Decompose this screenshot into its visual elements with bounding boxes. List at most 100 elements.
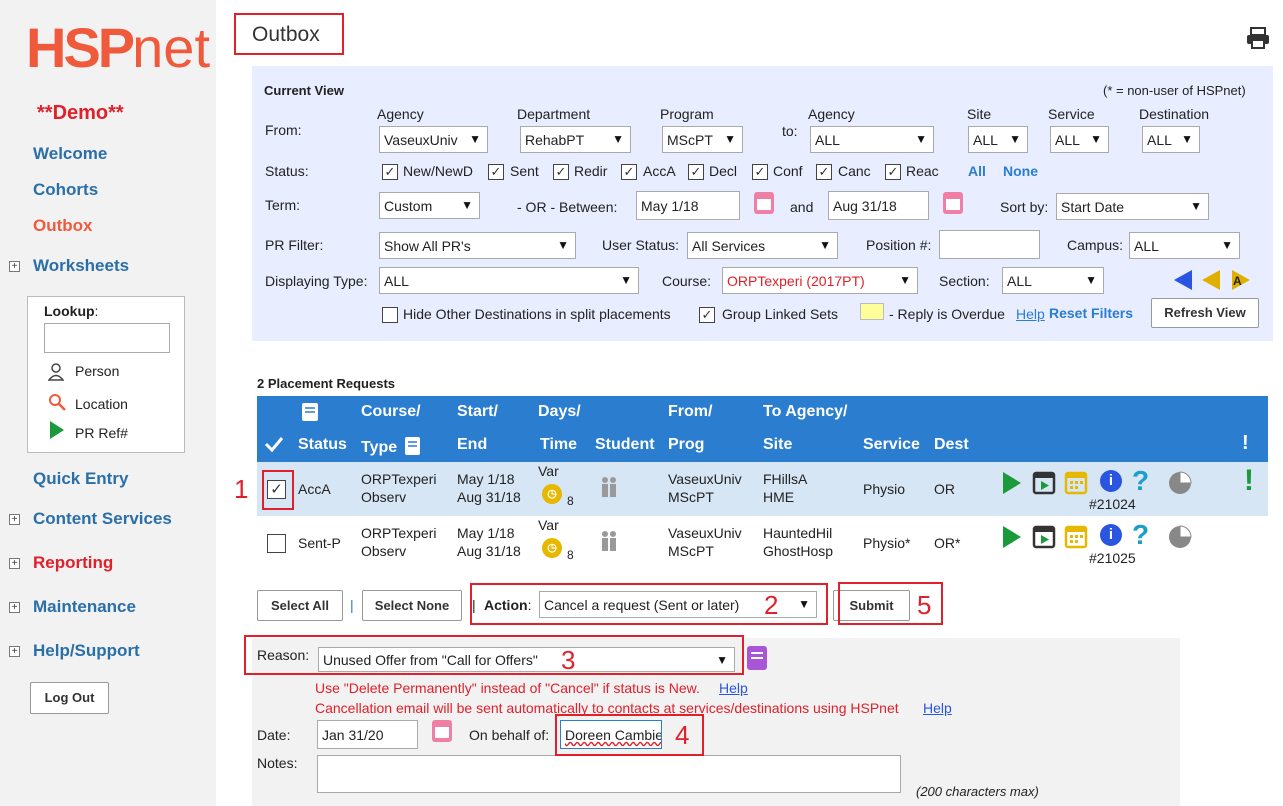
start-calendar-icon[interactable] — [754, 192, 774, 214]
expand-content-services-icon[interactable]: + — [9, 514, 20, 525]
table-row[interactable]: Sent-P ORPTexperi Observ May 1/18 Aug 31… — [257, 516, 1268, 570]
lookup-person-link[interactable]: Person — [75, 363, 119, 379]
sort-by-select[interactable]: Start Date — [1056, 193, 1209, 220]
schedule-calendar-icon[interactable] — [1032, 469, 1056, 495]
sidebar-item-help-support[interactable]: Help/Support — [33, 641, 140, 661]
reason-book-icon[interactable] — [746, 645, 768, 671]
row-ref[interactable]: #21025 — [1089, 550, 1136, 566]
expand-worksheets-icon[interactable]: + — [9, 261, 20, 272]
help-question-icon[interactable]: ? — [1132, 465, 1149, 497]
alert-exclamation-icon[interactable]: ! — [1244, 464, 1254, 498]
pie-chart-icon[interactable] — [1167, 470, 1193, 496]
start-date-input[interactable]: May 1/18 — [636, 191, 740, 220]
site-select[interactable]: ALL — [968, 126, 1028, 153]
location-search-icon[interactable] — [48, 393, 66, 411]
sidebar-item-welcome[interactable]: Welcome — [33, 144, 107, 164]
open-request-play-icon[interactable] — [1003, 526, 1021, 548]
status-checkbox-conf[interactable]: ✓ — [752, 164, 768, 180]
expand-help-support-icon[interactable]: + — [9, 646, 20, 657]
filter-panel: Current View (* = non-user of HSPnet) Ag… — [252, 66, 1273, 341]
select-all-button[interactable]: Select All — [257, 590, 343, 621]
course-select[interactable]: ORPTexperi (2017PT) — [722, 267, 918, 294]
schedule-calendar-icon[interactable] — [1032, 523, 1056, 549]
destination-select[interactable]: ALL — [1142, 126, 1200, 153]
program-select[interactable]: MScPT — [662, 126, 743, 153]
sidebar-item-cohorts[interactable]: Cohorts — [33, 180, 98, 200]
info-icon[interactable]: i — [1100, 470, 1122, 492]
navigation-arrows: A — [1174, 270, 1250, 290]
warning-help-link[interactable]: Help — [719, 680, 748, 696]
destination-label: Destination — [1139, 106, 1210, 122]
service-select[interactable]: ALL — [1050, 126, 1109, 153]
select-none-button[interactable]: Select None — [362, 590, 462, 621]
status-checkbox-canc[interactable]: ✓ — [816, 164, 832, 180]
lookup-prref-link[interactable]: PR Ref# — [75, 425, 128, 441]
open-request-play-icon[interactable] — [1003, 472, 1021, 494]
row-course[interactable]: ORPTexperi — [361, 471, 436, 487]
program-label: Program — [660, 106, 714, 122]
to-agency-select[interactable]: ALL — [810, 126, 934, 153]
status-all-link[interactable]: All — [968, 163, 986, 179]
email-help-link[interactable]: Help — [923, 700, 952, 716]
reset-filters-link[interactable]: Reset Filters — [1049, 305, 1133, 321]
print-icon[interactable] — [1246, 27, 1270, 49]
lookup-location-link[interactable]: Location — [75, 396, 128, 412]
status-checkbox-reac[interactable]: ✓ — [885, 164, 901, 180]
sidebar-item-reporting[interactable]: Reporting — [33, 553, 113, 573]
sidebar-item-outbox[interactable]: Outbox — [33, 216, 93, 236]
campus-select[interactable]: ALL — [1129, 232, 1240, 259]
person-icon[interactable] — [48, 363, 64, 381]
status-checkbox-acca[interactable]: ✓ — [621, 164, 637, 180]
hide-other-destinations-checkbox[interactable] — [382, 307, 398, 323]
students-icon[interactable] — [599, 530, 619, 552]
select-all-check-icon[interactable] — [264, 435, 284, 453]
user-status-select[interactable]: All Services — [687, 232, 838, 259]
calendar-grid-icon[interactable] — [1064, 523, 1088, 549]
group-linked-sets-checkbox[interactable]: ✓ — [699, 307, 715, 323]
position-input[interactable] — [939, 230, 1040, 259]
refresh-view-button[interactable]: Refresh View — [1151, 298, 1259, 328]
cancel-date-calendar-icon[interactable] — [432, 720, 452, 742]
students-icon[interactable] — [599, 476, 619, 498]
table-row[interactable]: ✓ AccA ORPTexperi Observ May 1/18 Aug 31… — [257, 462, 1268, 516]
hspnet-logo[interactable]: HSPnet — [26, 20, 210, 76]
pie-chart-icon[interactable] — [1167, 524, 1193, 550]
end-calendar-icon[interactable] — [943, 192, 963, 214]
cancel-date-input[interactable]: Jan 31/20 — [317, 720, 418, 749]
displaying-type-select[interactable]: ALL — [379, 267, 639, 294]
row-course[interactable]: ORPTexperi — [361, 525, 436, 541]
separator: | — [350, 597, 354, 613]
status-checkbox-decl[interactable]: ✓ — [688, 164, 704, 180]
pr-filter-select[interactable]: Show All PR's — [379, 232, 576, 259]
lookup-input[interactable] — [44, 323, 170, 353]
help-question-icon[interactable]: ? — [1132, 519, 1149, 551]
sort-by-label: Sort by: — [1000, 199, 1049, 215]
service-label: Service — [1048, 106, 1095, 122]
section-select[interactable]: ALL — [1002, 267, 1104, 294]
status-checkbox-new[interactable]: ✓ — [382, 164, 398, 180]
row-ref[interactable]: #21024 — [1089, 496, 1136, 512]
logout-button[interactable]: Log Out — [30, 682, 109, 714]
status-checkbox-sent[interactable]: ✓ — [488, 164, 504, 180]
calendar-grid-icon[interactable] — [1064, 469, 1088, 495]
status-none-link[interactable]: None — [1003, 163, 1038, 179]
help-link[interactable]: Help — [1016, 306, 1045, 322]
notes-textarea[interactable] — [317, 755, 901, 793]
department-select[interactable]: RehabPT — [520, 126, 631, 153]
sidebar-item-content-services[interactable]: Content Services — [33, 509, 172, 529]
from-agency-select[interactable]: VaseuxUniv — [379, 126, 488, 153]
status-reac-label: Reac — [906, 163, 939, 179]
sidebar-item-quick-entry[interactable]: Quick Entry — [33, 469, 128, 489]
expand-reporting-icon[interactable]: + — [9, 558, 20, 569]
term-select[interactable]: Custom — [379, 192, 480, 219]
notes-book-icon — [302, 403, 318, 421]
status-checkbox-redir[interactable]: ✓ — [553, 164, 569, 180]
info-icon[interactable]: i — [1100, 524, 1122, 546]
sidebar-item-worksheets[interactable]: Worksheets — [33, 256, 129, 276]
row-checkbox[interactable] — [267, 534, 286, 553]
end-date-input[interactable]: Aug 31/18 — [828, 191, 929, 220]
row-from: VaseuxUniv — [668, 525, 742, 541]
sidebar-item-maintenance[interactable]: Maintenance — [33, 597, 136, 617]
pr-ref-play-icon[interactable] — [50, 421, 64, 439]
expand-maintenance-icon[interactable]: + — [9, 602, 20, 613]
